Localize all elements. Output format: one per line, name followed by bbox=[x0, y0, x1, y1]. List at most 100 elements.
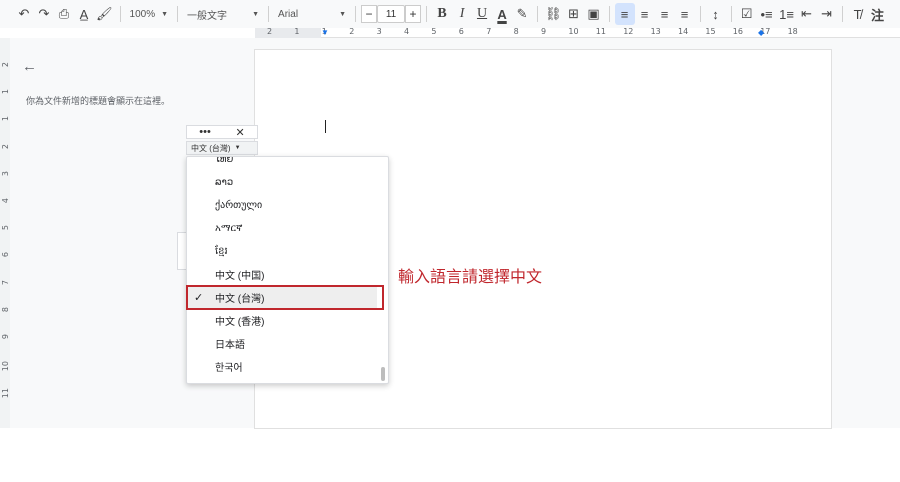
ruler-number: 18 bbox=[787, 27, 798, 36]
language-menu-item-label: አማርኛ bbox=[215, 222, 243, 234]
back-arrow-icon[interactable]: ← bbox=[22, 58, 37, 75]
language-menu-item[interactable]: ລາວ bbox=[187, 171, 377, 193]
vertical-ruler-number: 10 bbox=[1, 361, 10, 372]
highlight-color-icon[interactable]: ✎ bbox=[512, 3, 532, 25]
font-size-control: − 11 + bbox=[361, 5, 422, 23]
close-icon[interactable]: ✕ bbox=[235, 126, 244, 139]
underline-button[interactable]: U bbox=[472, 3, 492, 25]
comment-icon[interactable]: ⊞ bbox=[564, 3, 584, 25]
ruler-number: 11 bbox=[595, 27, 606, 36]
zoom-value: 100% bbox=[129, 8, 156, 20]
chevron-down-icon: ▼ bbox=[252, 10, 260, 18]
language-menu-item[interactable]: አማርኛ bbox=[187, 217, 377, 239]
increase-font-size-button[interactable]: + bbox=[405, 5, 422, 23]
annotation-text: 輸入語言請選擇中文 bbox=[398, 267, 543, 286]
language-menu-item-label: ໄທຍ bbox=[215, 156, 234, 165]
chevron-down-icon: ▼ bbox=[339, 10, 347, 18]
divider bbox=[119, 6, 121, 22]
more-options-icon[interactable]: ••• bbox=[199, 126, 211, 138]
style-select[interactable]: 一般文字 ▼ bbox=[183, 3, 263, 25]
line-spacing-icon[interactable]: ↕ bbox=[706, 3, 726, 25]
ruler-ticks: 2 1 1 2 3 4 5 6 7 8 9 10 11 12 13 14 15 16 17 18 bbox=[255, 27, 900, 38]
vertical-ruler-number: 7 bbox=[1, 279, 10, 285]
language-menu-item[interactable]: ქართული bbox=[187, 194, 377, 216]
chevron-down-icon: ▼ bbox=[234, 145, 241, 151]
font-size-input[interactable]: 11 bbox=[377, 5, 406, 23]
input-tools-button[interactable]: 注 bbox=[868, 3, 888, 25]
vertical-ruler-number: 2 bbox=[1, 143, 10, 149]
clear-formatting-icon[interactable]: T̸ bbox=[848, 3, 868, 25]
outline-hint: 你為文件新增的標題會顯示在這裡。 bbox=[26, 96, 171, 106]
menu-scrollbar[interactable] bbox=[381, 367, 385, 381]
checklist-icon[interactable]: ☑ bbox=[737, 3, 757, 25]
zoom-select[interactable]: 100% ▼ bbox=[126, 3, 173, 25]
language-menu-item[interactable]: 日本語 bbox=[187, 332, 377, 354]
ruler-number: 7 bbox=[486, 27, 492, 36]
image-icon[interactable]: ▣ bbox=[584, 3, 604, 25]
align-right-icon[interactable]: ≡ bbox=[655, 3, 675, 25]
divider bbox=[426, 6, 428, 22]
horizontal-ruler[interactable]: 2 1 1 2 3 4 5 6 7 8 9 10 11 12 13 14 15 16 17 18 ▼ ◆ bbox=[255, 27, 900, 38]
divider bbox=[355, 6, 357, 22]
ruler-number: 5 bbox=[431, 27, 437, 36]
vertical-ruler[interactable]: 2 1 1 2 3 4 5 6 7 8 9 10 11 bbox=[0, 38, 10, 428]
toolbar: ↶ ↷ ⎙ A̲ 🖌 100% ▼ 一般文字 ▼ Arial ▼ − 11 + B I… bbox=[0, 0, 900, 28]
language-select-value: 中文 (台灣) bbox=[191, 143, 231, 153]
increase-indent-icon[interactable]: ⇥ bbox=[817, 3, 837, 25]
language-menu-item-label: ລາວ bbox=[215, 176, 234, 188]
ruler-number: 1 bbox=[294, 27, 300, 36]
language-menu-item[interactable]: ໄທຍ bbox=[187, 156, 377, 170]
ruler-number: 2 bbox=[267, 27, 273, 36]
ruler-number: 2 bbox=[349, 27, 355, 36]
link-icon[interactable]: ⛓ bbox=[543, 3, 564, 25]
align-center-icon[interactable]: ≡ bbox=[635, 3, 655, 25]
decrease-indent-icon[interactable]: ⇤ bbox=[797, 3, 817, 25]
decrease-font-size-button[interactable]: − bbox=[361, 5, 378, 23]
divider bbox=[841, 6, 843, 22]
indent-marker-icon[interactable]: ▼ bbox=[321, 28, 329, 37]
ruler-number: 12 bbox=[623, 27, 634, 36]
spellcheck-icon[interactable]: A̲ bbox=[74, 3, 94, 25]
bulleted-list-icon[interactable]: •≡ bbox=[757, 3, 777, 25]
language-menu-item[interactable]: 中文 (香港) bbox=[187, 309, 377, 331]
chevron-down-icon: ▼ bbox=[161, 10, 169, 18]
vertical-ruler-number: 4 bbox=[1, 198, 10, 204]
divider bbox=[608, 6, 610, 22]
language-menu-item[interactable]: ខ្មែរ bbox=[187, 240, 377, 262]
ruler-number: 3 bbox=[376, 27, 382, 36]
font-select[interactable]: Arial ▼ bbox=[274, 3, 350, 25]
ruler-number: 15 bbox=[705, 27, 716, 36]
ruler-number: 13 bbox=[650, 27, 661, 36]
italic-button[interactable]: I bbox=[452, 3, 472, 25]
bold-button[interactable]: B bbox=[432, 3, 452, 25]
language-menu-item[interactable]: 中文 (中国) bbox=[187, 263, 377, 285]
vertical-ruler-number: 3 bbox=[1, 170, 10, 176]
vertical-ruler-number: 2 bbox=[1, 62, 10, 68]
text-color-button[interactable]: A bbox=[492, 3, 512, 25]
vertical-ruler-number: 9 bbox=[1, 334, 10, 340]
ruler-number: 9 bbox=[541, 27, 547, 36]
divider bbox=[268, 6, 270, 22]
ruler-number: 6 bbox=[458, 27, 464, 36]
language-menu-item[interactable]: 한국어 bbox=[187, 355, 377, 377]
undo-icon[interactable]: ↶ bbox=[14, 3, 34, 25]
language-menu-item-label: 中文 (香港) bbox=[215, 316, 265, 328]
language-menu: ໄທຍ ລາວ ქართული አማርኛ ខ្មែរ 中文 (中国) ✓ 中文 (台灣) 中文 … bbox=[186, 156, 389, 384]
language-menu-item-label: ქართული bbox=[215, 199, 263, 211]
vertical-ruler-number: 5 bbox=[1, 225, 10, 231]
vertical-ruler-number: 8 bbox=[1, 306, 10, 312]
numbered-list-icon[interactable]: 1≡ bbox=[777, 3, 797, 25]
language-select[interactable]: 中文 (台灣) ▼ bbox=[186, 141, 258, 155]
align-left-icon[interactable]: ≡ bbox=[614, 3, 635, 25]
divider bbox=[177, 6, 179, 22]
vertical-ruler-number: 1 bbox=[1, 116, 10, 122]
justify-icon[interactable]: ≡ bbox=[675, 3, 695, 25]
vertical-ruler-number: 6 bbox=[1, 252, 10, 258]
right-indent-marker-icon[interactable]: ◆ bbox=[758, 28, 764, 37]
print-icon[interactable]: ⎙ bbox=[54, 3, 74, 25]
paint-format-icon[interactable]: 🖌 bbox=[94, 3, 115, 25]
redo-icon[interactable]: ↷ bbox=[34, 3, 54, 25]
ruler-number: 8 bbox=[513, 27, 519, 36]
ruler-number: 16 bbox=[732, 27, 743, 36]
font-value: Arial bbox=[278, 8, 299, 20]
